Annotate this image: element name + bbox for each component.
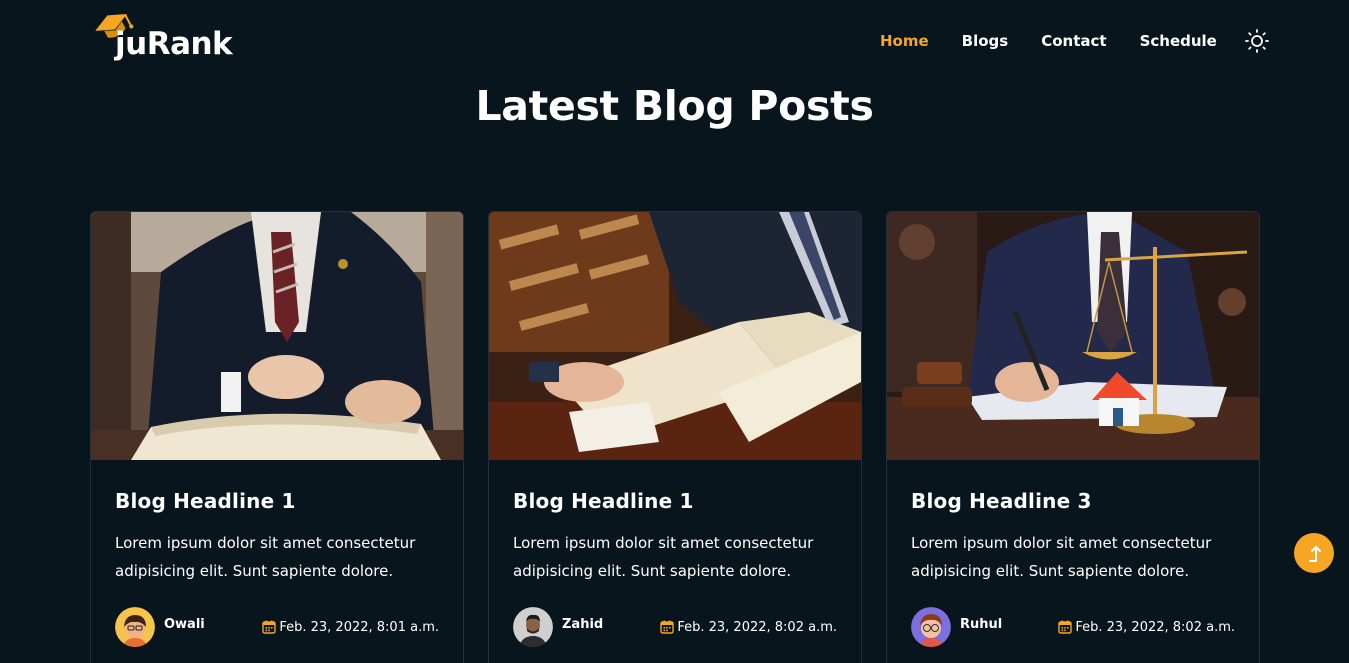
main-nav: Home Blogs Contact Schedule [880, 28, 1270, 54]
blog-card-image[interactable] [489, 212, 861, 460]
post-date-text: Feb. 23, 2022, 8:02 a.m. [1075, 619, 1235, 635]
avatar [115, 607, 155, 647]
blog-card-excerpt: Lorem ipsum dolor sit amet consectetur a… [513, 534, 814, 580]
blog-card-meta: Zahid Feb. 23, 2022, 8:02 a.m. [513, 606, 837, 648]
post-date-text: Feb. 23, 2022, 8:01 a.m. [279, 619, 439, 635]
blog-card-image[interactable] [91, 212, 463, 460]
lawyer-with-scales-image [887, 212, 1259, 460]
author-name[interactable]: Zahid [562, 617, 603, 632]
blog-card-title[interactable]: Blog Headline 3 [911, 486, 1235, 516]
section-title: Latest Blog Posts [475, 82, 874, 130]
blog-card-image[interactable] [887, 212, 1259, 460]
site-logo[interactable]: juRank [91, 4, 241, 64]
nav-home[interactable]: Home [880, 29, 929, 53]
blog-card-2[interactable]: Blog Headline 1 Lorem ipsum dolor sit am… [488, 211, 862, 663]
calendar-icon [660, 620, 675, 634]
author: Owali [115, 607, 205, 647]
lawyer-reading-book-image [91, 212, 463, 460]
nav-contact[interactable]: Contact [1041, 29, 1106, 53]
author-name[interactable]: Ruhul [960, 617, 1002, 632]
blog-card-excerpt: Lorem ipsum dolor sit amet consectetur a… [115, 534, 416, 580]
post-date: Feb. 23, 2022, 8:01 a.m. [262, 620, 439, 635]
post-date-text: Feb. 23, 2022, 8:02 a.m. [677, 619, 837, 635]
blog-card-meta: Ruhul Feb. 23, 2022, 8:02 a.m. [911, 606, 1235, 648]
avatar [513, 607, 553, 647]
brand-name: juRank [115, 26, 233, 62]
blog-card-title[interactable]: Blog Headline 1 [115, 486, 439, 516]
blog-card-3[interactable]: Blog Headline 3 Lorem ipsum dolor sit am… [886, 211, 1260, 663]
calendar-icon [1058, 620, 1073, 634]
nav-schedule[interactable]: Schedule [1140, 29, 1217, 53]
theme-toggle-button[interactable] [1244, 28, 1270, 54]
nav-blogs[interactable]: Blogs [962, 29, 1009, 53]
avatar [911, 607, 951, 647]
author-name[interactable]: Owali [164, 617, 205, 632]
blog-card-meta: Owali Feb. 23, 2022, 8:01 a.m. [115, 606, 439, 648]
author: Ruhul [911, 607, 1002, 647]
sun-icon [1244, 29, 1269, 53]
post-date: Feb. 23, 2022, 8:02 a.m. [1058, 620, 1235, 635]
blog-card-1[interactable]: Blog Headline 1 Lorem ipsum dolor sit am… [90, 211, 464, 663]
lawyer-reading-documents-image [489, 212, 861, 460]
calendar-icon [262, 620, 277, 634]
arrow-up-icon [1309, 546, 1321, 562]
author: Zahid [513, 607, 603, 647]
post-date: Feb. 23, 2022, 8:02 a.m. [660, 620, 837, 635]
scroll-to-top-button[interactable] [1294, 533, 1334, 573]
blog-card-title[interactable]: Blog Headline 1 [513, 486, 837, 516]
blog-card-excerpt: Lorem ipsum dolor sit amet consectetur a… [911, 534, 1212, 580]
